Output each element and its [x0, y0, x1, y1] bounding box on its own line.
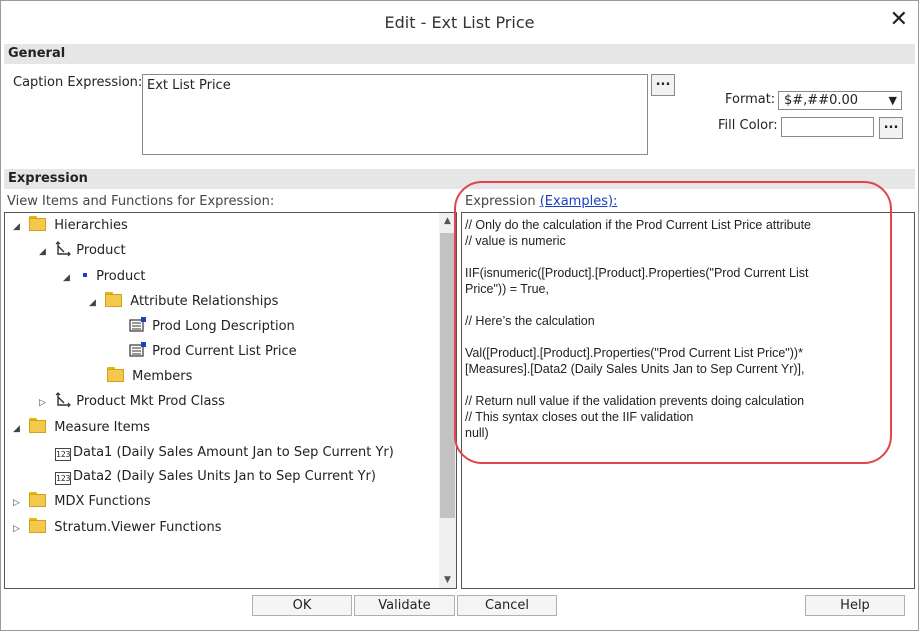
- validate-button[interactable]: Validate: [354, 595, 455, 616]
- caption-expression-label: Caption Expression:: [13, 75, 143, 90]
- tree-scrollbar[interactable]: ▲ ▼: [439, 213, 456, 588]
- expanded-triangle-icon[interactable]: ◢: [13, 418, 25, 440]
- scroll-down-icon[interactable]: ▼: [439, 572, 456, 588]
- items-tree[interactable]: ◢ Hierarchies ◢ Product ◢ Product ◢ Attr…: [4, 212, 457, 589]
- tree-item-label: Prod Long Description: [152, 319, 295, 334]
- tree-item-label: Stratum.Viewer Functions: [54, 520, 222, 535]
- folder-icon: [29, 216, 47, 231]
- tree-item-label: Product Mkt Prod Class: [76, 394, 225, 409]
- fill-color-picker-button[interactable]: ...: [879, 117, 903, 139]
- attribute-icon: [129, 342, 146, 357]
- tree-item-data1[interactable]: 123 Data1 (Daily Sales Amount Jan to Sep …: [55, 442, 394, 464]
- measure-icon: 123: [55, 472, 71, 485]
- expanded-triangle-icon[interactable]: ◢: [13, 216, 25, 238]
- folder-icon: [29, 518, 47, 533]
- tree-item-label: Product: [76, 243, 126, 258]
- collapsed-triangle-icon[interactable]: ▷: [13, 492, 25, 514]
- folder-icon: [29, 418, 47, 433]
- tree-item-label: Hierarchies: [54, 218, 128, 233]
- expanded-triangle-icon[interactable]: ◢: [63, 267, 75, 289]
- fill-color-label: Fill Color:: [718, 118, 778, 133]
- tree-item-measure-items[interactable]: ◢ Measure Items: [13, 417, 150, 439]
- scroll-up-icon[interactable]: ▲: [439, 213, 456, 229]
- caption-expression-builder-button[interactable]: ...: [651, 74, 675, 96]
- level-dot-icon: [83, 273, 88, 277]
- examples-link[interactable]: (Examples):: [540, 194, 618, 209]
- format-select[interactable]: $#,##0.00 ▼: [778, 91, 902, 110]
- ok-button[interactable]: OK: [252, 595, 352, 616]
- tree-item-label: Measure Items: [54, 420, 151, 435]
- tree-item-label: MDX Functions: [54, 494, 151, 509]
- fill-color-input[interactable]: [781, 117, 874, 137]
- expression-code[interactable]: // Only do the calculation if the Prod C…: [465, 217, 905, 441]
- chevron-down-icon: ▼: [888, 94, 897, 107]
- tree-item-label: Data1 (Daily Sales Amount Jan to Sep Cur…: [73, 445, 394, 460]
- close-icon[interactable]: ✕: [890, 9, 908, 31]
- attribute-icon: [129, 317, 146, 332]
- format-value: $#,##0.00: [784, 93, 859, 108]
- expression-section-header: Expression: [4, 169, 915, 189]
- tree-item-label: Prod Current List Price: [152, 344, 297, 359]
- tree-heading: View Items and Functions for Expression:: [7, 194, 275, 209]
- tree-item-members[interactable]: Members: [107, 366, 192, 388]
- expression-editor[interactable]: // Only do the calculation if the Prod C…: [461, 212, 915, 589]
- collapsed-triangle-icon[interactable]: ▷: [13, 518, 25, 540]
- edit-dialog: Edit - Ext List Price ✕ General Caption …: [0, 0, 919, 631]
- tree-item-hierarchies[interactable]: ◢ Hierarchies: [13, 215, 128, 237]
- expanded-triangle-icon[interactable]: ◢: [89, 292, 101, 314]
- tree-item-product-level[interactable]: ◢ Product: [63, 266, 146, 288]
- format-label: Format:: [725, 92, 776, 107]
- tree-item-data2[interactable]: 123 Data2 (Daily Sales Units Jan to Sep C…: [55, 466, 376, 488]
- tree-item-attribute-relationships[interactable]: ◢ Attribute Relationships: [89, 291, 278, 313]
- tree-item-label: Product: [96, 269, 146, 284]
- tree-item-label: Members: [132, 369, 193, 384]
- hierarchy-icon: [55, 392, 71, 408]
- folder-icon: [29, 492, 47, 507]
- hierarchy-icon: [55, 241, 71, 257]
- expression-heading-label: Expression: [465, 194, 536, 209]
- tree-item-prod-long-description[interactable]: Prod Long Description: [129, 316, 295, 338]
- cancel-button[interactable]: Cancel: [457, 595, 557, 616]
- title-bar: Edit - Ext List Price ✕: [1, 1, 918, 43]
- tree-item-prod-current-list-price[interactable]: Prod Current List Price: [129, 341, 297, 363]
- scroll-thumb[interactable]: [440, 233, 455, 518]
- tree-item-product-mkt-prod-class[interactable]: ▷ Product Mkt Prod Class: [39, 391, 225, 413]
- caption-expression-input[interactable]: Ext List Price: [142, 74, 648, 155]
- measure-icon: 123: [55, 448, 71, 461]
- help-button[interactable]: Help: [805, 595, 905, 616]
- expression-heading: Expression (Examples):: [465, 194, 617, 209]
- expanded-triangle-icon[interactable]: ◢: [39, 241, 51, 263]
- tree-item-stratum-viewer-functions[interactable]: ▷ Stratum.Viewer Functions: [13, 517, 221, 539]
- folder-icon: [107, 367, 125, 382]
- folder-icon: [105, 292, 123, 307]
- dialog-title: Edit - Ext List Price: [384, 13, 535, 32]
- tree-item-label: Data2 (Daily Sales Units Jan to Sep Curr…: [73, 469, 376, 484]
- general-section-header: General: [4, 44, 915, 64]
- tree-item-label: Attribute Relationships: [130, 294, 279, 309]
- tree-item-mdx-functions[interactable]: ▷ MDX Functions: [13, 491, 151, 513]
- tree-item-product-hierarchy[interactable]: ◢ Product: [39, 240, 126, 262]
- collapsed-triangle-icon[interactable]: ▷: [39, 392, 51, 414]
